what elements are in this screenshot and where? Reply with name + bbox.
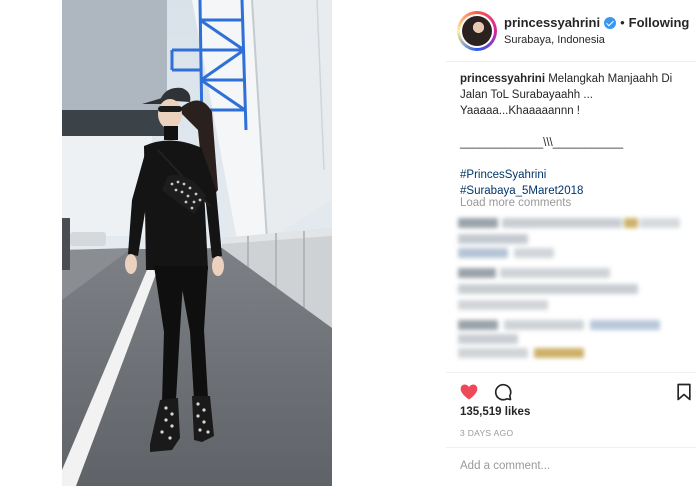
bookmark-icon[interactable] <box>674 382 694 402</box>
post-actions <box>446 372 696 408</box>
blurred-comment-block <box>500 268 610 278</box>
blurred-comments <box>458 216 684 362</box>
location-link[interactable]: Surabaya, Indonesia <box>504 34 605 46</box>
avatar[interactable] <box>457 11 497 51</box>
post-photo-image <box>62 0 332 486</box>
blurred-comment-block <box>534 348 584 358</box>
blurred-comment-block <box>458 284 638 294</box>
blurred-comment-block <box>458 234 528 244</box>
blurred-comment-block <box>640 218 680 228</box>
blurred-comment-block <box>458 348 528 358</box>
post-sidebar: princessyahrini • Following Surabaya, In… <box>446 0 696 486</box>
caption-line-3: Yaaaaa...Khaaaaannn ! <box>460 105 581 117</box>
blurred-comment-block <box>458 300 548 310</box>
blurred-comment-block <box>458 248 508 258</box>
blurred-comment-block <box>458 268 496 278</box>
caption-line-1: Melangkah Manjaahh Di <box>548 73 673 85</box>
blurred-comment-block <box>458 218 498 228</box>
username-row: princessyahrini • Following <box>504 15 689 30</box>
comment-box <box>446 447 696 486</box>
post-timestamp[interactable]: 3 DAYS AGO <box>460 428 513 438</box>
blurred-comment-block <box>624 218 638 228</box>
post-caption: princessyahrini Melangkah Manjaahh Di Ja… <box>460 71 686 199</box>
separator-dot: • <box>620 15 625 30</box>
following-button[interactable]: Following <box>629 15 690 30</box>
caption-line-2: Jalan ToL Surabayaahh ... <box>460 89 593 101</box>
blurred-comment-block <box>458 320 498 330</box>
blurred-comment-block <box>458 334 518 344</box>
post-photo[interactable] <box>62 0 332 486</box>
verified-badge-icon <box>604 16 617 29</box>
caption-line-4: _____________\\\___________ <box>460 137 624 149</box>
likes-count[interactable]: 135,519 likes <box>460 406 530 418</box>
hashtag-link[interactable]: #PrincesSyahrini <box>460 167 686 183</box>
load-more-comments-button[interactable]: Load more comments <box>460 197 571 209</box>
blurred-comment-block <box>590 320 660 330</box>
blurred-comment-block <box>502 218 622 228</box>
heart-icon[interactable] <box>459 382 479 402</box>
username-link[interactable]: princessyahrini <box>504 15 600 30</box>
blurred-comment-block <box>504 320 584 330</box>
blurred-comment-block <box>514 248 554 258</box>
comment-bubble-icon[interactable] <box>493 382 513 402</box>
post-header: princessyahrini • Following Surabaya, In… <box>446 0 696 62</box>
add-comment-input[interactable] <box>460 460 686 472</box>
caption-username[interactable]: princessyahrini <box>460 73 545 85</box>
